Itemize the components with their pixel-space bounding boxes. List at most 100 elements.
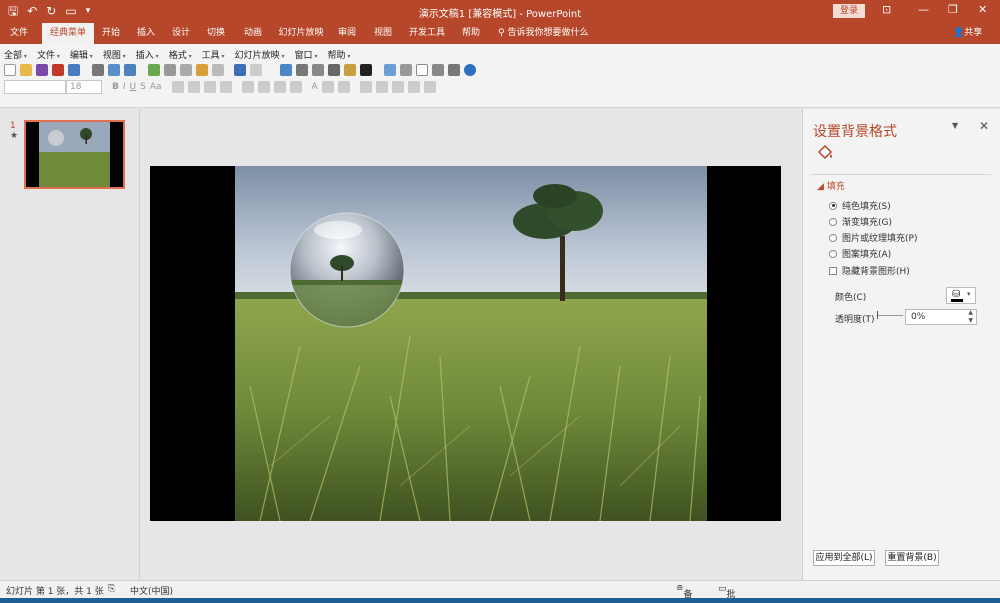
layout-slide-icon[interactable] <box>400 64 412 76</box>
tab-help[interactable]: 帮助 <box>458 23 484 44</box>
chart-icon[interactable] <box>280 64 292 76</box>
copy-icon[interactable] <box>180 64 192 76</box>
justify-icon[interactable] <box>219 81 232 93</box>
change-case-icon[interactable]: Aa <box>150 82 162 92</box>
ribbon-display-icon[interactable]: ⊡ <box>882 3 891 16</box>
font-name-box[interactable] <box>4 80 66 94</box>
tab-home[interactable]: 开始 <box>98 23 124 44</box>
fill-section-header[interactable]: ◢ 填充 <box>817 179 845 192</box>
textbox-icon[interactable] <box>416 64 428 76</box>
menu-tools[interactable]: 工具 <box>202 48 225 61</box>
comments-button[interactable]: ▭ 批注 <box>718 584 736 600</box>
tab-transitions[interactable]: 切换 <box>203 23 229 44</box>
tab-design[interactable]: 设计 <box>168 23 194 44</box>
tab-file[interactable]: 文件 <box>4 23 34 44</box>
tab-view[interactable]: 视图 <box>370 23 396 44</box>
arrange-icon[interactable] <box>359 81 372 93</box>
find-icon[interactable] <box>448 64 460 76</box>
layout-icon[interactable] <box>124 64 136 76</box>
shape-fill-icon[interactable] <box>391 81 404 93</box>
font-color-icon[interactable]: A <box>312 82 318 92</box>
format-painter-icon[interactable] <box>212 64 224 76</box>
picture-fill-option[interactable]: 图片或纹理填充(P) <box>829 231 917 244</box>
tab-review[interactable]: 审阅 <box>334 23 360 44</box>
line-spacing-icon[interactable] <box>257 81 270 93</box>
menu-insert[interactable]: 插入 <box>136 48 159 61</box>
align-left-icon[interactable] <box>171 81 184 93</box>
spellcheck-icon[interactable]: ⎘ <box>108 584 115 594</box>
strikethrough-icon[interactable]: S <box>140 82 146 92</box>
pattern-fill-radio[interactable] <box>829 249 837 258</box>
share-button[interactable]: 👤共享 <box>953 23 982 44</box>
tell-me-box[interactable]: ⚲ 告诉我你想要做什么 <box>498 23 588 44</box>
align-right-icon[interactable] <box>203 81 216 93</box>
shapes-icon[interactable] <box>432 64 444 76</box>
bold-icon[interactable]: B <box>112 82 119 92</box>
smartart-icon[interactable] <box>312 64 324 76</box>
undo-icon[interactable] <box>234 64 246 76</box>
language-indicator[interactable]: 中文(中国) <box>130 584 173 597</box>
shape-outline-icon[interactable] <box>407 81 420 93</box>
solid-fill-radio[interactable] <box>829 201 837 210</box>
new-doc-icon[interactable] <box>4 64 16 76</box>
color-picker-button[interactable]: ⛁ ▾ <box>946 287 976 304</box>
login-button[interactable]: 登录 <box>833 4 865 18</box>
tab-animations[interactable]: 动画 <box>238 23 268 44</box>
numbering-icon[interactable] <box>289 81 302 93</box>
print-icon[interactable] <box>92 64 104 76</box>
permission-icon[interactable] <box>68 64 80 76</box>
menu-view[interactable]: 视图 <box>103 48 126 61</box>
outdent-icon[interactable] <box>337 81 350 93</box>
tab-developer[interactable]: 开发工具 <box>406 23 448 44</box>
save-icon[interactable] <box>36 64 48 76</box>
open-folder-icon[interactable] <box>20 64 32 76</box>
transparency-input[interactable]: 0% ▲ ▼ <box>905 309 977 325</box>
paste-icon[interactable] <box>196 64 208 76</box>
menu-format[interactable]: 格式 <box>169 48 192 61</box>
bullets-icon[interactable] <box>273 81 286 93</box>
apply-to-all-button[interactable]: 应用到全部(L) <box>813 550 875 566</box>
underline-icon[interactable]: U <box>130 82 137 92</box>
fill-bucket-icon[interactable] <box>816 144 834 162</box>
slide-thumbnail[interactable] <box>24 120 125 189</box>
menu-file[interactable]: 文件 <box>37 48 60 61</box>
minimize-icon[interactable]: — <box>918 3 929 16</box>
transparency-slider[interactable] <box>877 315 903 316</box>
redo-icon[interactable] <box>250 64 262 76</box>
hide-background-checkbox[interactable] <box>829 266 837 275</box>
align-center-icon[interactable] <box>187 81 200 93</box>
solid-fill-option[interactable]: 纯色填充(S) <box>829 199 891 212</box>
shape-effects-icon[interactable] <box>423 81 436 93</box>
spelling-icon[interactable] <box>148 64 160 76</box>
font-size-box[interactable]: 18 <box>66 80 102 94</box>
pane-options-icon[interactable]: ▼ <box>952 121 958 130</box>
gradient-fill-radio[interactable] <box>829 217 837 226</box>
columns-icon[interactable] <box>241 81 254 93</box>
spinner-icon[interactable]: ▲ ▼ <box>968 309 973 325</box>
close-icon[interactable]: ✕ <box>978 3 987 16</box>
print-preview-icon[interactable] <box>108 64 120 76</box>
pattern-fill-option[interactable]: 图案填充(A) <box>829 247 891 260</box>
restore-icon[interactable]: ❐ <box>948 3 958 16</box>
cut-icon[interactable] <box>164 64 176 76</box>
tab-insert[interactable]: 插入 <box>133 23 159 44</box>
line-color-icon[interactable] <box>360 64 372 76</box>
tab-slideshow[interactable]: 幻灯片放映 <box>278 23 324 44</box>
close-pane-icon[interactable]: ✕ <box>979 119 989 133</box>
tab-classic-menu[interactable]: 经典菜单 <box>42 23 94 44</box>
picture-icon[interactable] <box>344 64 356 76</box>
menu-window[interactable]: 窗口 <box>295 48 318 61</box>
menu-all[interactable]: 全部 <box>4 48 27 61</box>
reset-background-button[interactable]: 重置背景(B) <box>885 550 939 566</box>
menu-edit[interactable]: 编辑 <box>70 48 93 61</box>
quick-styles-icon[interactable] <box>375 81 388 93</box>
menu-slideshow[interactable]: 幻灯片放映 <box>235 48 285 61</box>
slider-thumb[interactable] <box>877 311 878 319</box>
table-icon[interactable] <box>296 64 308 76</box>
italic-icon[interactable]: I <box>123 82 126 92</box>
help-icon[interactable] <box>464 64 476 76</box>
menu-help[interactable]: 帮助 <box>327 48 350 61</box>
hide-background-option[interactable]: 隐藏背景图形(H) <box>829 264 910 277</box>
slide-canvas[interactable] <box>150 166 781 521</box>
close-doc-icon[interactable] <box>52 64 64 76</box>
